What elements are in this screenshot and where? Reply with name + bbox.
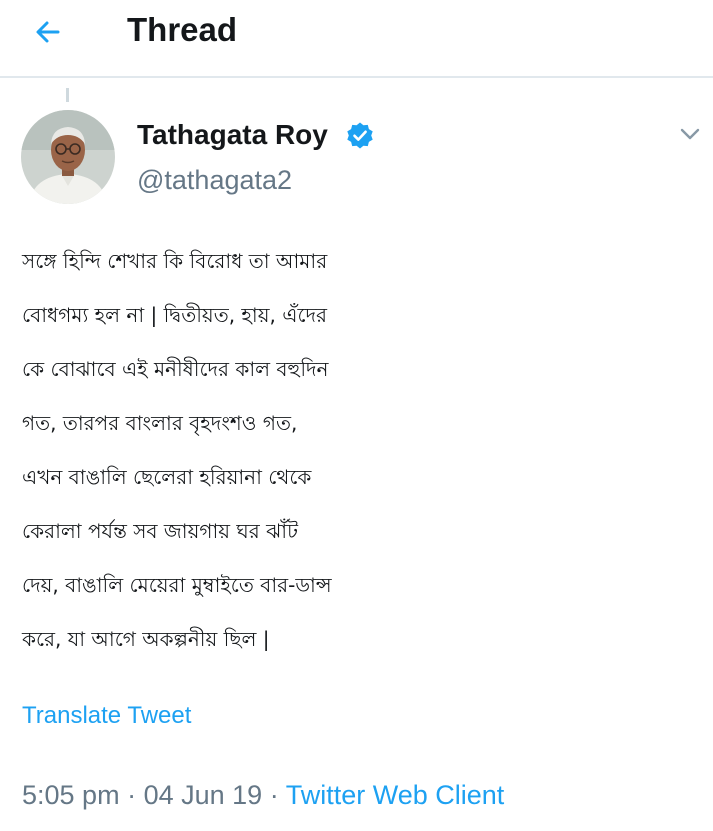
translate-tweet-link[interactable]: Translate Tweet	[22, 700, 191, 732]
tweet-text-line: সঙ্গে হিন্দি শেখার কি বিরোধ তা আমার	[22, 249, 328, 273]
back-arrow-icon[interactable]	[28, 12, 68, 52]
author-name[interactable]: Tathagata Roy	[137, 117, 328, 153]
tweet-text-line: কেরালা পর্যন্ত সব জায়গায় ঘর ঝাঁট	[22, 519, 298, 543]
avatar-photo	[21, 110, 115, 204]
tweet-text-line: এখন বাঙালি ছেলেরা হরিয়ানা থেকে	[22, 465, 312, 489]
tweet-text-line: কে বোঝাবে এই মনীষীদের কাল বহুদিন	[22, 357, 329, 381]
author-handle[interactable]: @tathagata2	[137, 163, 292, 197]
page-title: Thread	[127, 11, 238, 48]
tweet-client-link[interactable]: Twitter Web Client	[286, 780, 505, 810]
tweet-text-line: দেয়, বাঙালি মেয়েরা মুম্বাইতে বার-ডান্স	[22, 573, 332, 597]
avatar[interactable]	[21, 110, 115, 204]
meta-separator: ·	[269, 780, 279, 810]
meta-separator: ·	[127, 780, 137, 810]
tweet-time: 5:05 pm	[22, 780, 120, 810]
top-bar: Thread	[0, 0, 713, 78]
tweet-text: সঙ্গে হিন্দি শেখার কি বিরোধ তা আমার বোধগ…	[22, 234, 708, 666]
thread-connector-line	[66, 88, 69, 102]
chevron-down-icon[interactable]	[674, 118, 706, 150]
tweet-meta: 5:05 pm · 04 Jun 19 · Twitter Web Client	[22, 777, 504, 813]
tweet-date: 04 Jun 19	[143, 780, 263, 810]
tweet-text-line: করে, যা আগে অকল্পনীয় ছিল |	[22, 627, 270, 651]
verified-badge-icon	[347, 122, 373, 149]
tweet-text-line: বোধগম্য হল না | দ্বিতীয়ত, হায়, এঁদের	[22, 303, 327, 327]
tweet-text-line: গত, তারপর বাংলার বৃহদংশও গত,	[22, 411, 298, 435]
